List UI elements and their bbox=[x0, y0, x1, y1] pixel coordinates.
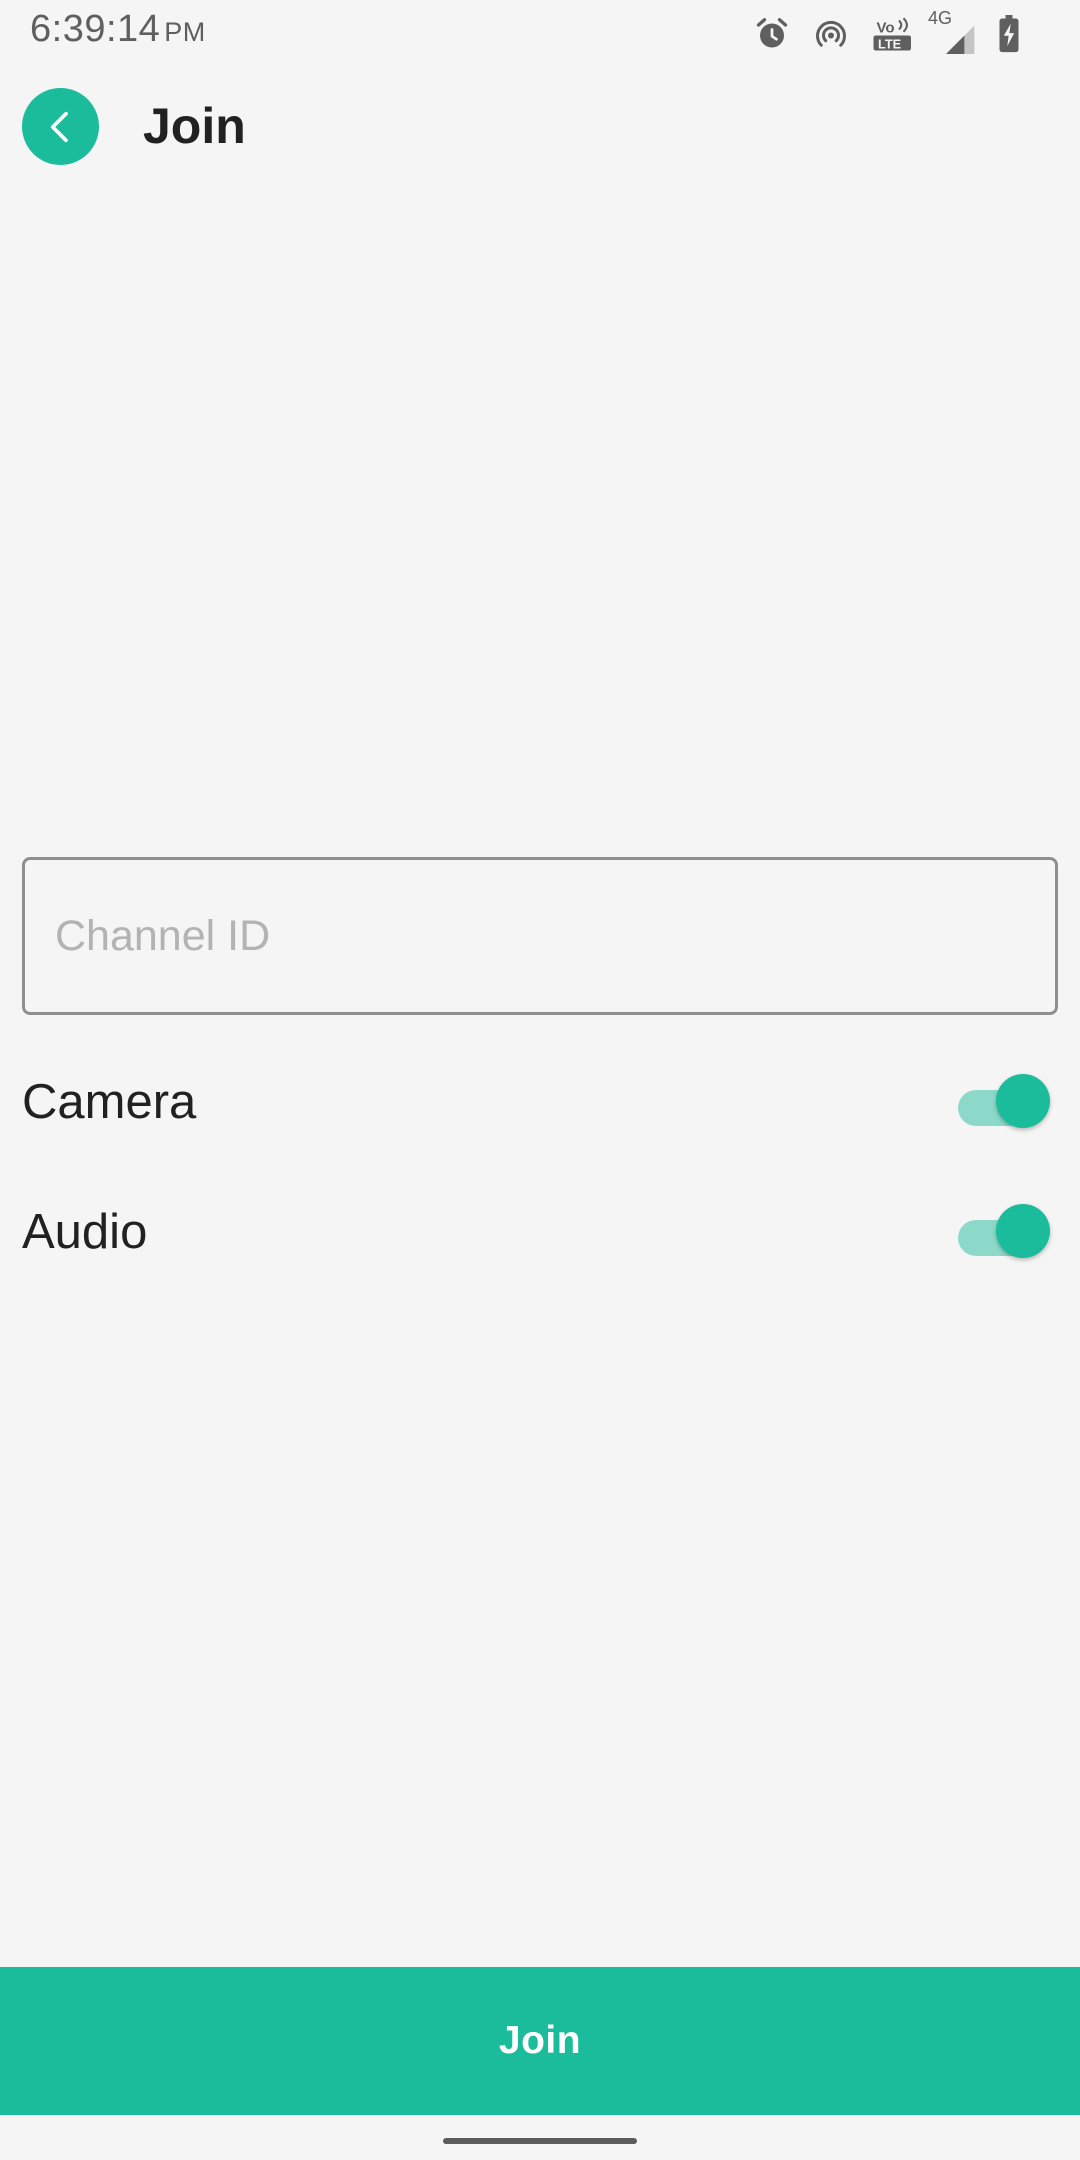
channel-id-input[interactable] bbox=[25, 860, 1055, 1012]
chevron-left-icon bbox=[50, 111, 68, 142]
back-button[interactable] bbox=[22, 88, 99, 165]
svg-text:Vo: Vo bbox=[877, 20, 895, 37]
camera-switch-thumb bbox=[996, 1074, 1050, 1128]
page-title: Join bbox=[143, 98, 246, 154]
status-time-value: 6:39:14 bbox=[30, 8, 161, 50]
alarm-icon bbox=[754, 16, 790, 52]
channel-id-field bbox=[22, 857, 1058, 1015]
join-screen: 6:39:14 PM Vo LTE 4G Join Channel ID Cam… bbox=[0, 0, 1080, 2160]
signal-icon: 4G bbox=[928, 8, 976, 56]
camera-toggle-row: Camera bbox=[22, 1057, 1058, 1147]
gesture-nav-bar[interactable] bbox=[443, 2138, 637, 2144]
status-icons: Vo LTE 4G bbox=[754, 8, 1020, 56]
audio-switch-thumb bbox=[996, 1204, 1050, 1258]
status-bar: 6:39:14 PM Vo LTE 4G bbox=[0, 0, 1080, 66]
battery-charging-icon bbox=[998, 15, 1020, 53]
status-time: 6:39:14 PM bbox=[30, 8, 206, 51]
svg-text:LTE: LTE bbox=[878, 36, 901, 51]
audio-label: Audio bbox=[22, 1205, 148, 1259]
volte-icon: Vo LTE bbox=[872, 15, 914, 53]
audio-switch[interactable] bbox=[948, 1202, 1050, 1262]
camera-label: Camera bbox=[22, 1075, 197, 1129]
camera-switch[interactable] bbox=[948, 1072, 1050, 1132]
audio-toggle-row: Audio bbox=[22, 1187, 1058, 1277]
hotspot-icon bbox=[812, 16, 850, 52]
join-button[interactable]: Join bbox=[0, 1967, 1080, 2115]
status-time-ampm: PM bbox=[164, 17, 206, 47]
